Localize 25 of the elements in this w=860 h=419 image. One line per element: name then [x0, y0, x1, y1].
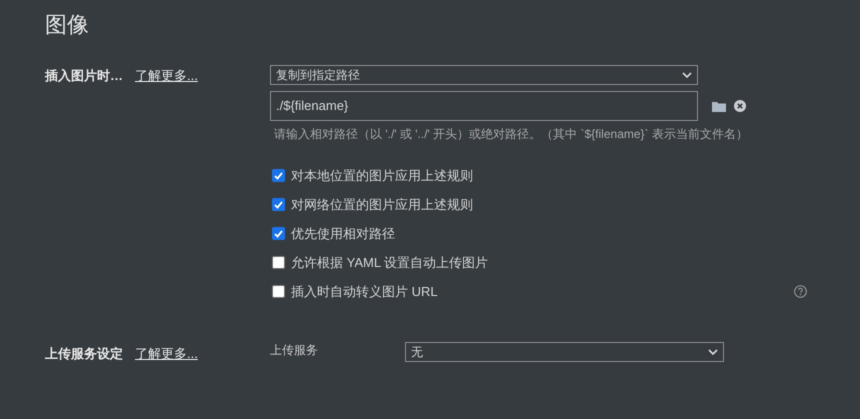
path-input-field[interactable]: ./${filename} — [270, 91, 698, 121]
checkbox-label: 允许根据 YAML 设置自动上传图片 — [291, 254, 488, 272]
checkbox-label: 对网络位置的图片应用上述规则 — [291, 196, 473, 214]
checkbox[interactable] — [272, 285, 285, 298]
section-title: 图像 — [45, 11, 89, 39]
dropdown-select[interactable]: 复制到指定路径 — [270, 65, 698, 85]
checkbox-label: 插入时自动转义图片 URL — [291, 282, 438, 301]
checkbox[interactable] — [272, 169, 285, 182]
dropdown-select[interactable]: 无 — [405, 342, 724, 362]
checkbox[interactable] — [272, 256, 285, 269]
folder-icon[interactable] — [712, 100, 726, 112]
setting-label: 插入图片时… — [45, 67, 123, 85]
checkbox[interactable] — [272, 198, 285, 211]
field-label: 上传服务 — [270, 342, 319, 359]
help-icon[interactable] — [794, 285, 807, 298]
chevron-down-icon — [682, 72, 692, 78]
learn-more-link[interactable]: 了解更多... — [135, 344, 198, 364]
learn-more-link[interactable]: 了解更多... — [135, 66, 198, 86]
setting-label: 上传服务设定 — [45, 345, 123, 363]
checkbox-label: 优先使用相对路径 — [291, 224, 395, 243]
checkbox-label: 对本地位置的图片应用上述规则 — [291, 166, 473, 185]
clear-icon[interactable] — [734, 100, 746, 112]
path-hint: 请输入相对路径（以 './' 或 '../' 开头）或绝对路径。（其中 `${filename}` 表示当前文件名） — [274, 126, 749, 143]
checkbox[interactable] — [272, 227, 285, 240]
chevron-down-icon — [708, 349, 718, 356]
